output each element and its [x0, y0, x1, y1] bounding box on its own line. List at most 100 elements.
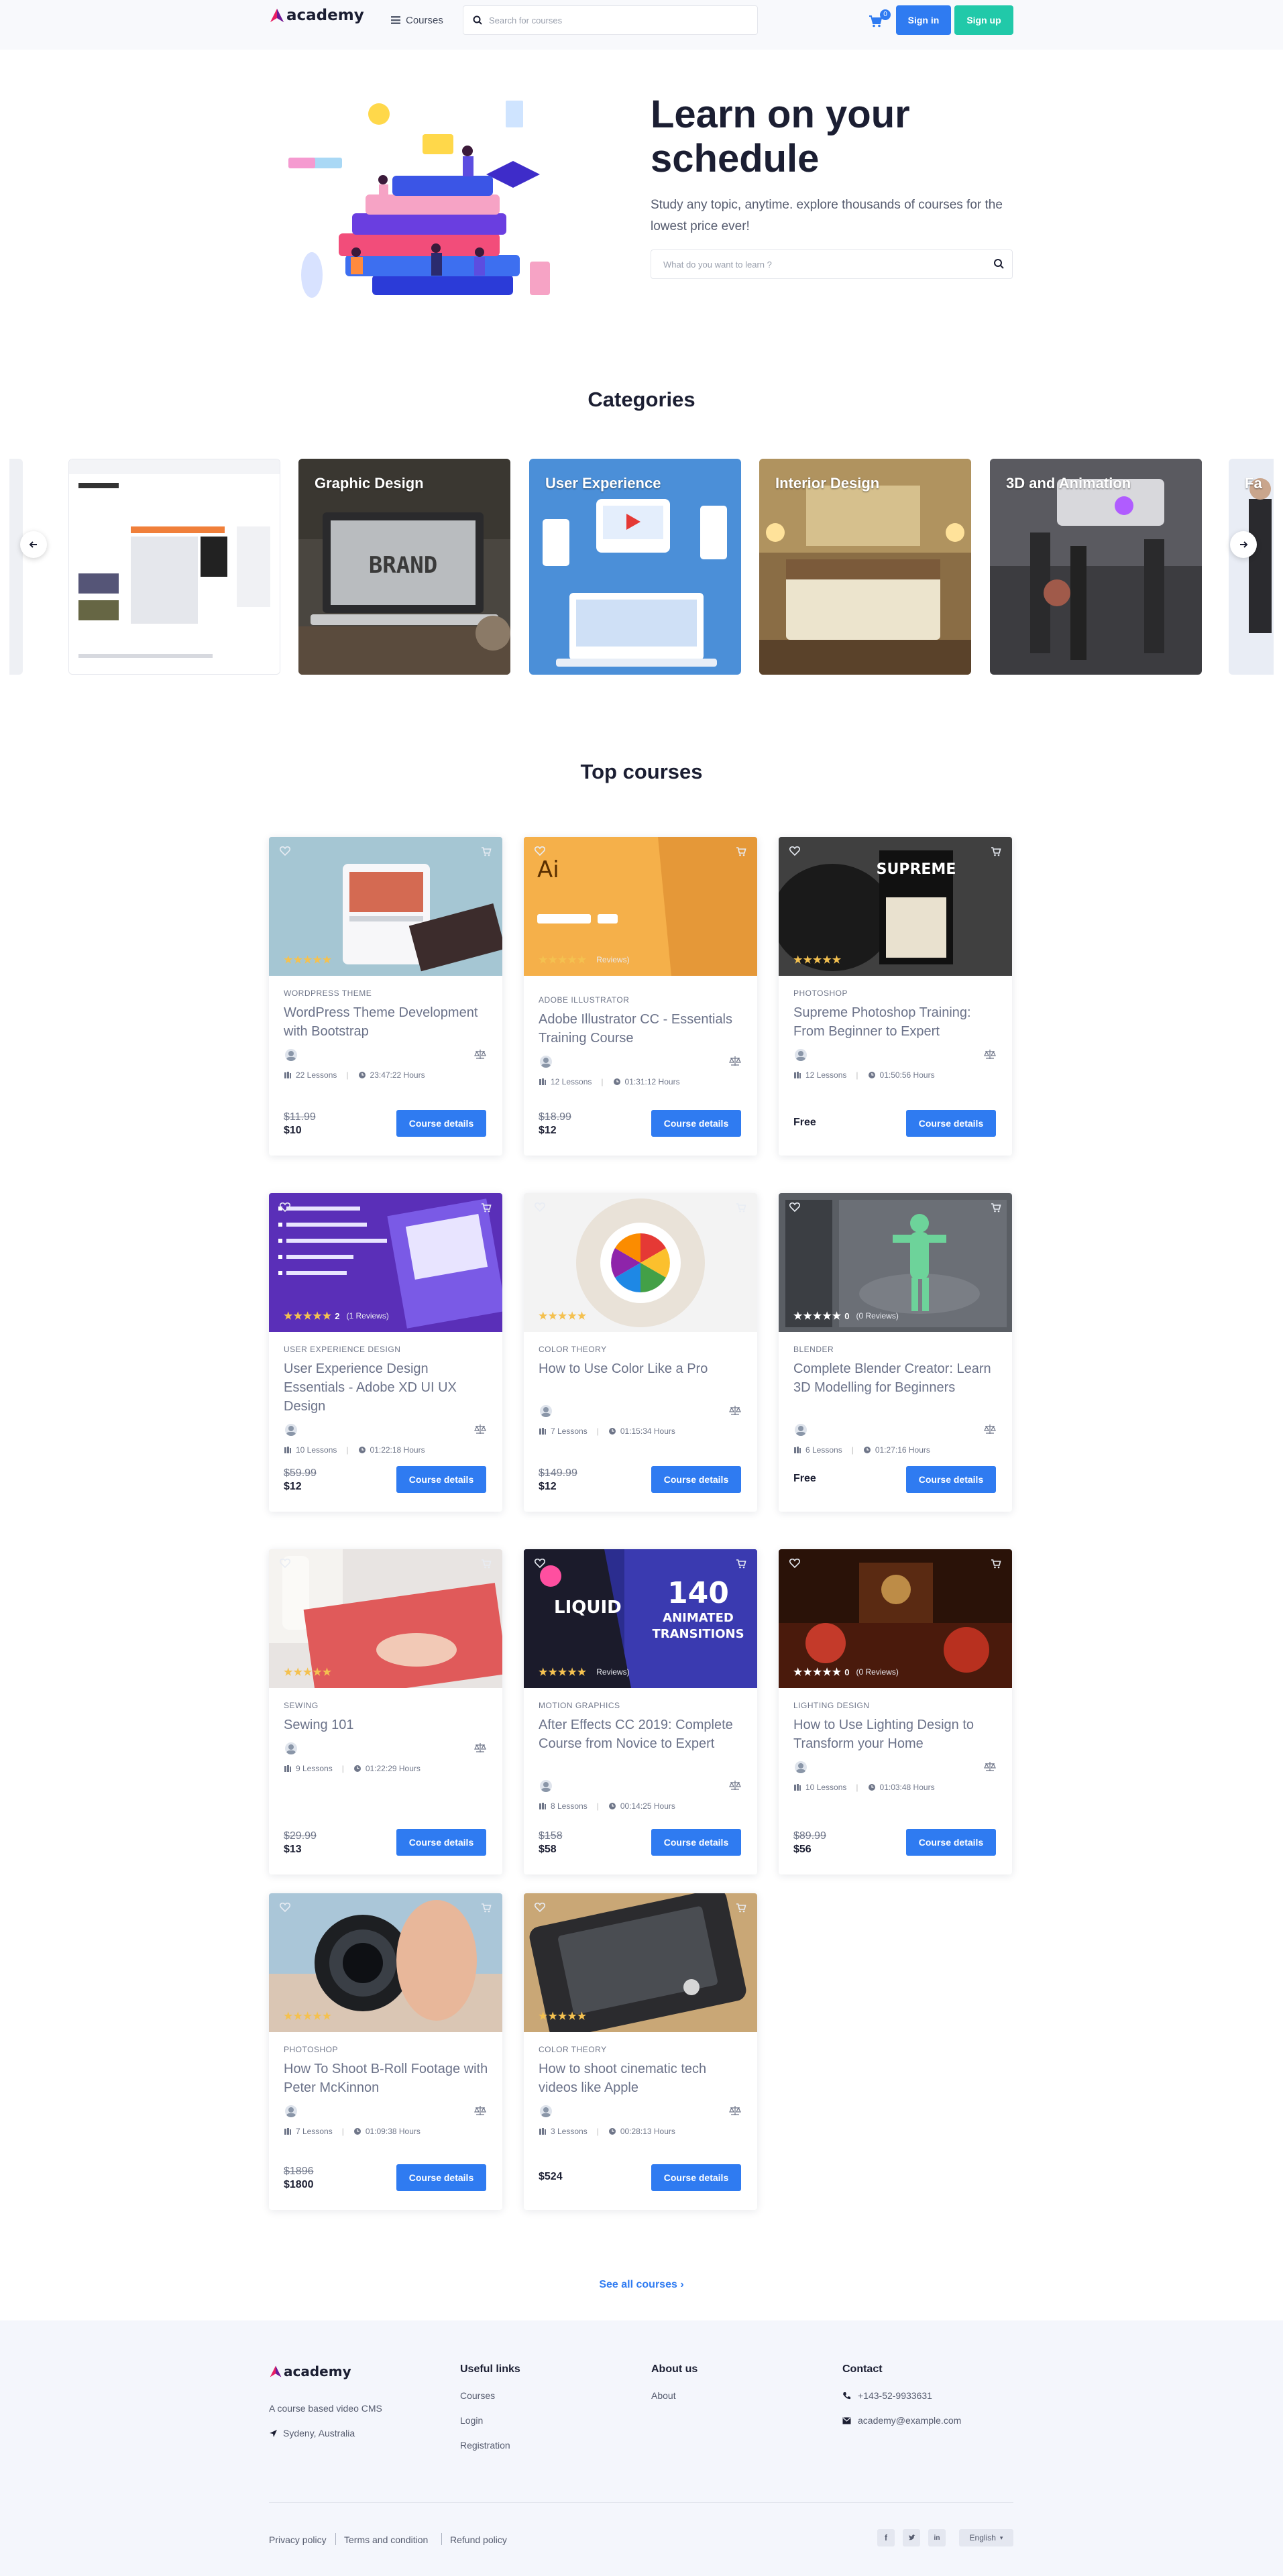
course-details-button[interactable]: Course details	[396, 1466, 486, 1493]
course-title[interactable]: Supreme Photoshop Training: From Beginne…	[793, 1003, 1001, 1041]
course-card[interactable]: ★★★★★ COLOR THEORY How to shoot cinematic …	[524, 1893, 757, 2210]
course-card[interactable]: ★★★★★ 0 (0 Reviews) BLENDER Complete Blender…	[779, 1193, 1012, 1512]
heart-icon[interactable]	[534, 1902, 546, 1915]
footer-link-about[interactable]: About	[651, 2390, 676, 2401]
hero-search-input[interactable]	[663, 259, 979, 270]
category-label: Interior Design	[775, 475, 880, 492]
compare-icon[interactable]	[984, 1761, 996, 1775]
cart-icon[interactable]	[736, 1903, 746, 1916]
category-tile-partial-right[interactable]: Fa	[1229, 459, 1274, 675]
course-details-button[interactable]: Course details	[906, 1110, 996, 1137]
course-details-button[interactable]: Course details	[906, 1829, 996, 1856]
compare-icon[interactable]	[474, 1742, 486, 1756]
course-details-button[interactable]: Course details	[651, 2164, 741, 2191]
header-search-input[interactable]	[489, 15, 744, 25]
heart-icon[interactable]	[279, 1558, 291, 1571]
compare-icon[interactable]	[984, 1049, 996, 1063]
cart-icon[interactable]	[736, 1559, 746, 1572]
carousel-prev-button[interactable]	[20, 531, 47, 558]
category-tile-interior-design[interactable]: Interior Design	[759, 459, 971, 675]
heart-icon[interactable]	[534, 846, 546, 859]
course-title[interactable]: How to Use Color Like a Pro	[539, 1359, 746, 1378]
carousel-next-button[interactable]	[1230, 531, 1257, 558]
cart-icon[interactable]	[481, 1903, 492, 1916]
heart-icon[interactable]	[534, 1558, 546, 1571]
cart-button[interactable]: 0	[868, 9, 891, 30]
footer-logo[interactable]: academy	[269, 2363, 351, 2379]
linkedin-button[interactable]: in	[928, 2529, 946, 2546]
course-card[interactable]: ★★★★★ 2 (1 Reviews) USER EXPERIENCE DESIGN U…	[269, 1193, 502, 1512]
footer-link-registration[interactable]: Registration	[460, 2440, 510, 2451]
course-details-button[interactable]: Course details	[651, 1466, 741, 1493]
compare-icon[interactable]	[729, 2105, 741, 2119]
course-details-button[interactable]: Course details	[906, 1466, 996, 1493]
heart-icon[interactable]	[279, 1202, 291, 1215]
facebook-button[interactable]: f	[877, 2529, 895, 2546]
heart-icon[interactable]	[789, 1558, 801, 1571]
heart-icon[interactable]	[789, 1202, 801, 1215]
course-card[interactable]: ★★★★★ 0 (0 Reviews) LIGHTING DESIGN How to U…	[779, 1549, 1012, 1874]
course-title[interactable]: Complete Blender Creator: Learn 3D Model…	[793, 1359, 1001, 1397]
cart-icon[interactable]	[481, 1202, 492, 1216]
course-card[interactable]: LIQUID 140 ANIMATED TRANSITIONS ★★★★★ Reviews…	[524, 1549, 757, 1874]
category-tile-3d-animation[interactable]: 3D and Animation	[990, 459, 1202, 675]
heart-icon[interactable]	[279, 1902, 291, 1915]
course-card[interactable]: ★★★★★ COLOR THEORY How to Use Color Like a…	[524, 1193, 757, 1512]
compare-icon[interactable]	[474, 2105, 486, 2119]
footer-link-privacy[interactable]: Privacy policy	[269, 2534, 327, 2545]
sign-in-button[interactable]: Sign in	[896, 5, 951, 35]
course-title[interactable]: User Experience Design Essentials - Adob…	[284, 1359, 492, 1416]
footer-email[interactable]: academy@example.com	[842, 2415, 961, 2426]
search-icon[interactable]	[473, 15, 482, 25]
footer-link-courses[interactable]: Courses	[460, 2390, 495, 2401]
footer-link-login[interactable]: Login	[460, 2415, 483, 2426]
heart-icon[interactable]	[279, 846, 291, 859]
compare-icon[interactable]	[729, 1405, 741, 1419]
site-logo[interactable]: academy	[269, 7, 364, 24]
course-title[interactable]: How to shoot cinematic tech videos like …	[539, 2060, 746, 2097]
footer-phone[interactable]: +143-52-9933631	[842, 2390, 932, 2401]
heart-icon[interactable]	[534, 1202, 546, 1215]
compare-icon[interactable]	[474, 1049, 486, 1063]
course-card[interactable]: ★★★★★ SEWING Sewing 101 9 Lessons | 01:22:29 …	[269, 1549, 502, 1874]
course-card[interactable]: Ai ★★★★★ Reviews) ADOBE ILLUSTRATOR Adobe Il…	[524, 837, 757, 1156]
compare-icon[interactable]	[984, 1424, 996, 1438]
cart-icon[interactable]	[736, 1202, 746, 1216]
twitter-button[interactable]	[903, 2529, 920, 2546]
course-title[interactable]: Adobe Illustrator CC - Essentials Traini…	[539, 1010, 746, 1048]
cart-icon[interactable]	[481, 1559, 492, 1572]
footer-link-refund[interactable]: Refund policy	[450, 2534, 507, 2545]
category-tile-partial-left[interactable]	[9, 459, 23, 675]
course-details-button[interactable]: Course details	[651, 1829, 741, 1856]
course-details-button[interactable]: Course details	[396, 2164, 486, 2191]
sign-up-button[interactable]: Sign up	[954, 5, 1013, 35]
cart-icon[interactable]	[991, 1202, 1001, 1216]
course-card[interactable]: ★★★★★ PHOTOSHOP How To Shoot B-Roll Footag…	[269, 1893, 502, 2210]
search-icon[interactable]	[993, 258, 1004, 272]
compare-icon[interactable]	[474, 1424, 486, 1438]
course-card[interactable]: SUPREME ★★★★★ PHOTOSHOP Supreme Photoshop T…	[779, 837, 1012, 1156]
compare-icon[interactable]	[729, 1780, 741, 1794]
compare-icon[interactable]	[729, 1056, 741, 1070]
category-tile-user-experience[interactable]: User Experience	[529, 459, 741, 675]
course-title[interactable]: After Effects CC 2019: Complete Course f…	[539, 1716, 746, 1753]
course-details-button[interactable]: Course details	[396, 1110, 486, 1137]
course-details-button[interactable]: Course details	[651, 1110, 741, 1137]
category-tile-web[interactable]	[68, 459, 280, 675]
footer-link-terms[interactable]: Terms and condition	[344, 2534, 428, 2545]
language-select[interactable]: English ▾	[959, 2529, 1013, 2546]
course-title[interactable]: How To Shoot B-Roll Footage with Peter M…	[284, 2060, 492, 2097]
courses-menu-button[interactable]: Courses	[391, 11, 443, 29]
course-card[interactable]: ★★★★★ WORDPRESS THEME WordPress Theme Deve…	[269, 837, 502, 1156]
cart-icon[interactable]	[481, 846, 492, 860]
category-tile-graphic-design[interactable]: BRAND Graphic Design	[298, 459, 510, 675]
heart-icon[interactable]	[789, 846, 801, 859]
course-title[interactable]: WordPress Theme Development with Bootstr…	[284, 1003, 492, 1041]
cart-icon[interactable]	[991, 1559, 1001, 1572]
course-details-button[interactable]: Course details	[396, 1829, 486, 1856]
course-title[interactable]: How to Use Lighting Design to Transform …	[793, 1716, 1001, 1753]
see-all-courses-link[interactable]: See all courses ›	[0, 2279, 1283, 2291]
cart-icon[interactable]	[736, 846, 746, 860]
course-title[interactable]: Sewing 101	[284, 1716, 492, 1734]
cart-icon[interactable]	[991, 846, 1001, 860]
